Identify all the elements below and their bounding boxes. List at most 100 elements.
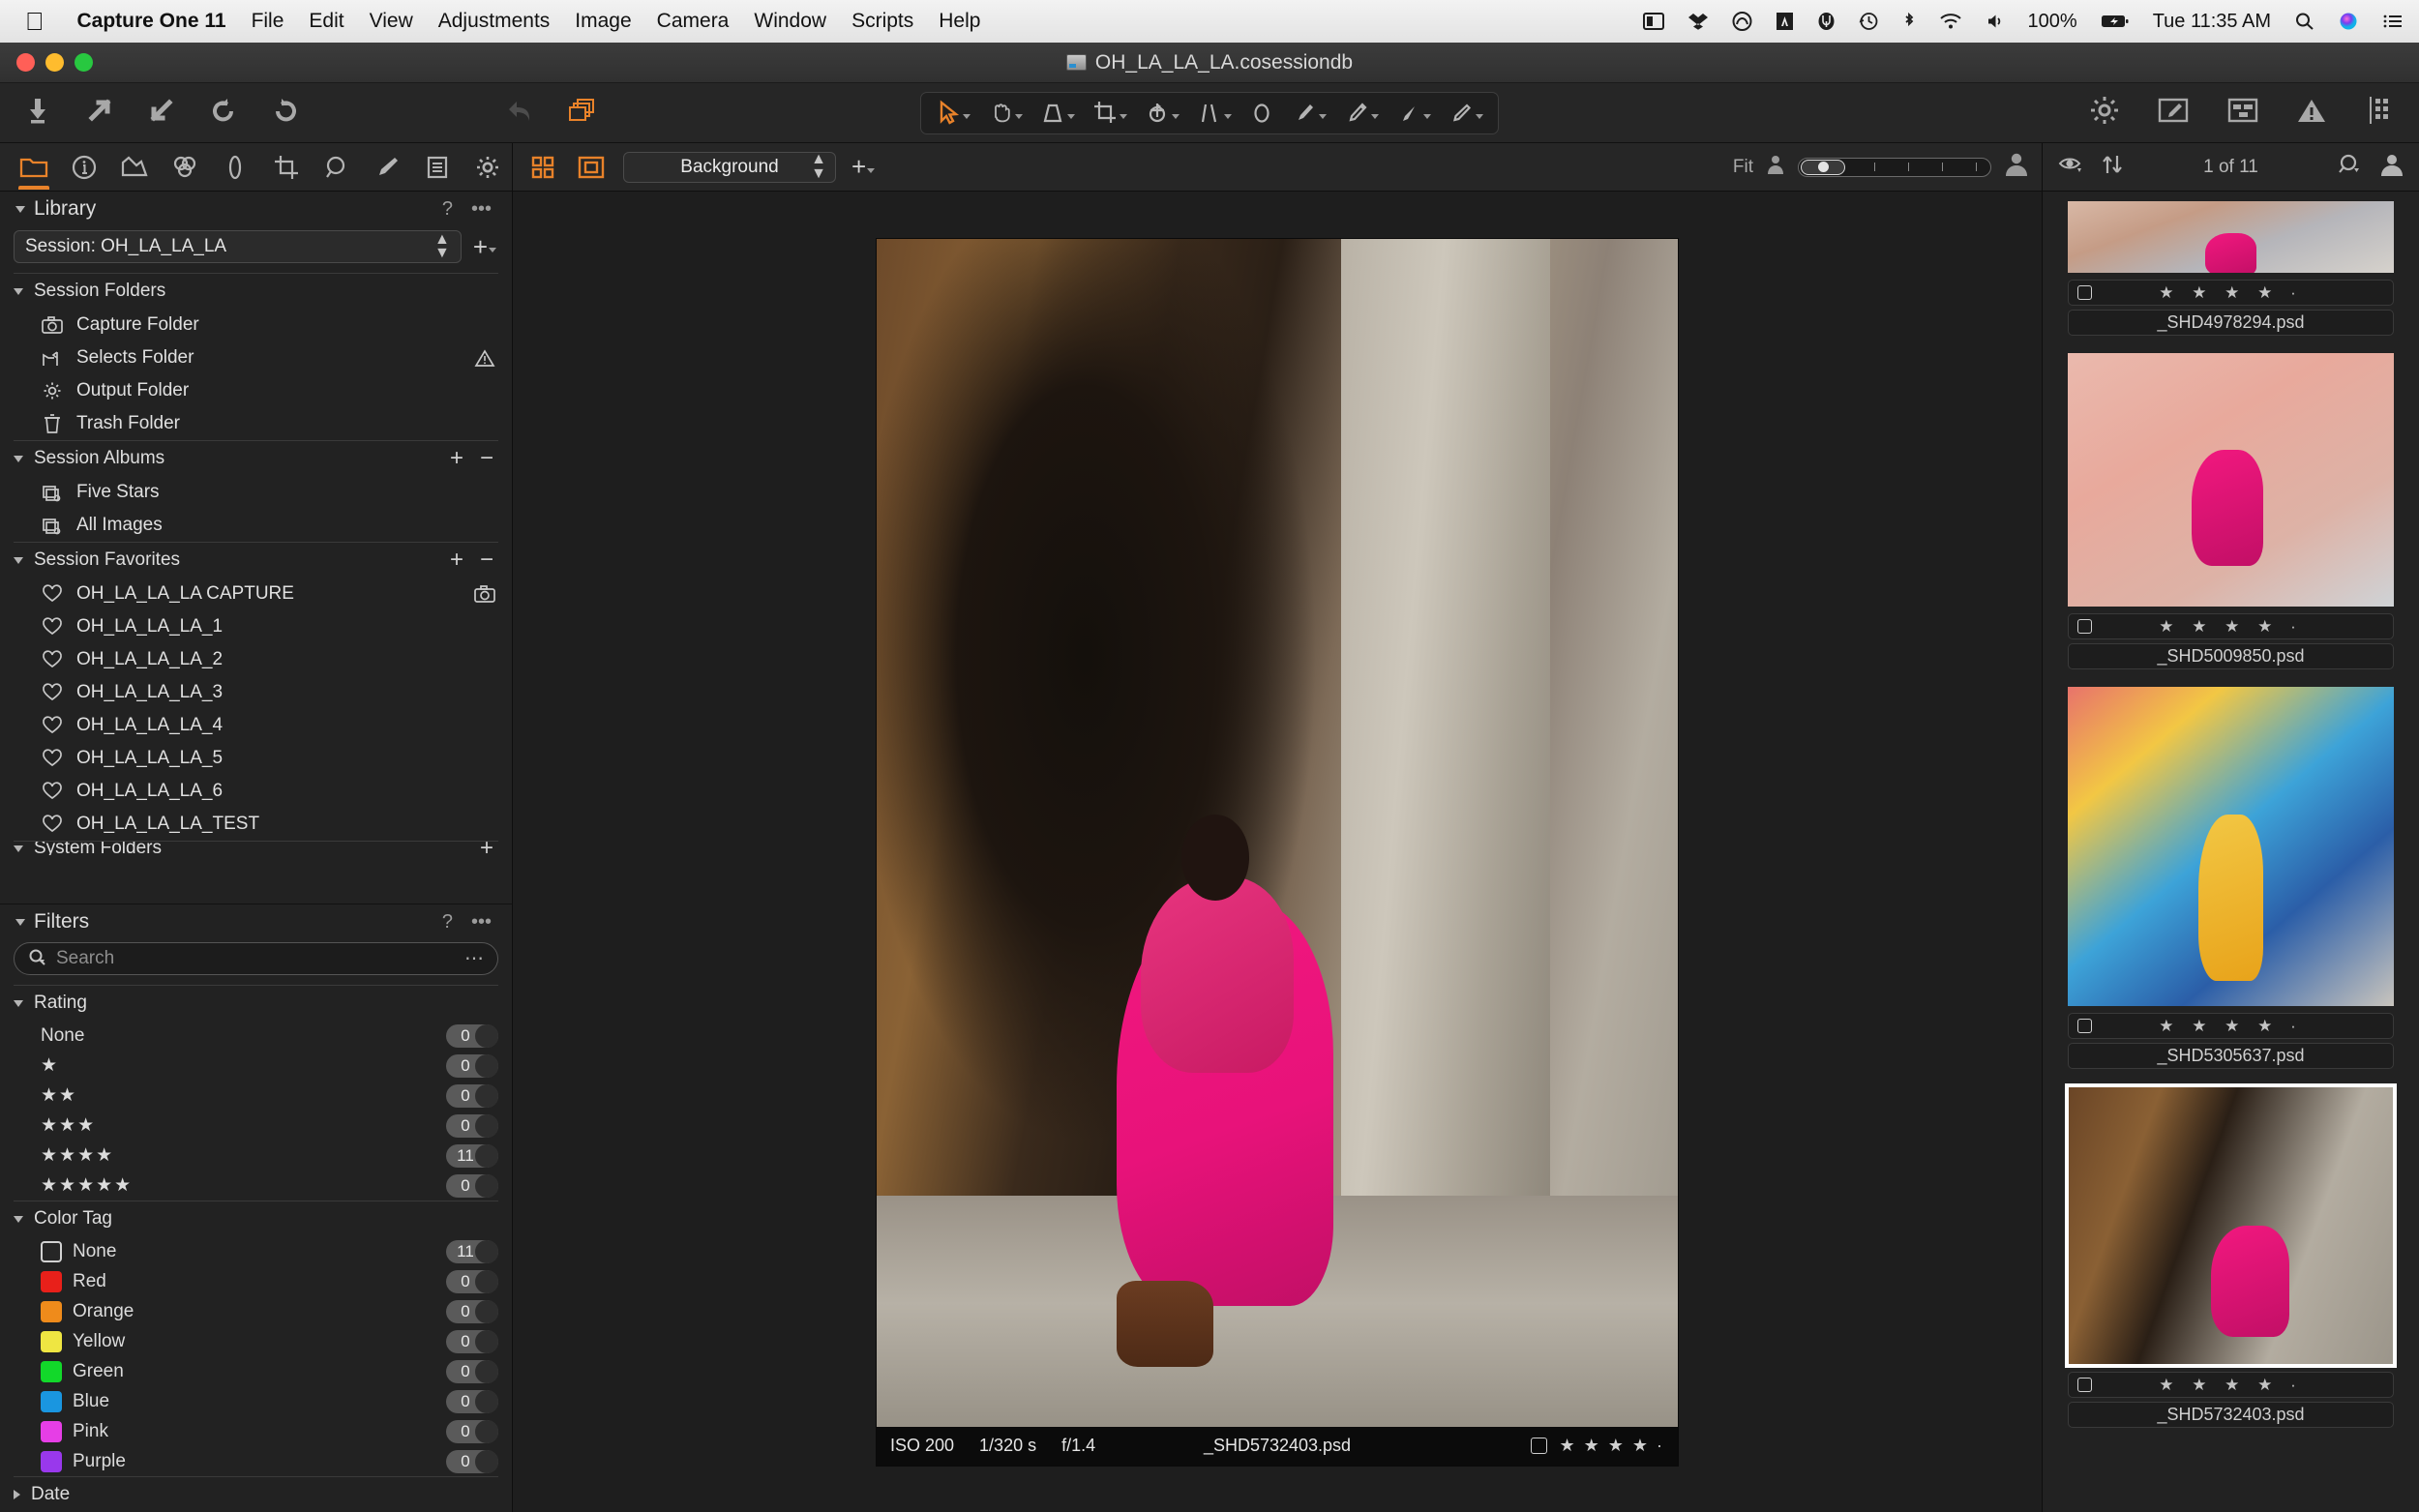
menu-adjustments[interactable]: Adjustments [438,10,551,33]
rating-filter-3[interactable]: ★★★ 0 [0,1111,512,1141]
chevron-right-icon[interactable] [14,1490,20,1499]
rating-filter-1[interactable]: ★ 0 [0,1051,512,1081]
favorite-item-6[interactable]: OH_LA_LA_LA_6 [0,775,512,808]
rotate-icon[interactable] [1136,96,1188,131]
image-rating-stars[interactable]: ★ ★ ★ ★ · [1559,1436,1664,1456]
chevron-down-icon[interactable] [15,205,25,213]
thumbnail-image[interactable] [2068,353,2394,607]
chevron-down-icon[interactable] [14,556,23,564]
session-favorites-header[interactable]: Session Favorites + − [0,543,512,578]
menu-help[interactable]: Help [939,10,980,33]
crop-icon[interactable] [1084,96,1136,131]
thumbnail-rating[interactable]: ★ ★ ★ ★ · [2069,1017,2393,1036]
search-icon[interactable] [28,948,47,970]
composition-tab[interactable] [261,145,310,190]
color-filter-purple[interactable]: Purple 0 [0,1446,512,1476]
chevron-down-icon[interactable] [15,918,25,926]
pan-hand-icon[interactable] [979,96,1031,131]
system-folders-header[interactable]: System Folders + [0,842,512,855]
siri-icon[interactable] [2338,12,2359,31]
menu-camera[interactable]: Camera [657,10,730,33]
album-item-all-images[interactable]: All Images [0,509,512,542]
list-item[interactable]: ★ ★ ★ ★ · _SHD5305637.psd [2043,677,2419,1077]
thumbnail-rating-row[interactable]: ★ ★ ★ ★ · [2068,1013,2394,1039]
folder-item-capture[interactable]: Capture Folder [0,309,512,341]
adjustments-tab[interactable] [363,145,411,190]
color-filter-yellow[interactable]: Yellow 0 [0,1326,512,1356]
gear-icon[interactable] [2088,94,2121,132]
draw-mask-brush-icon[interactable] [1283,96,1335,131]
color-tab[interactable] [161,145,209,190]
thumbnail-image[interactable] [2068,687,2394,1006]
color-filter-none[interactable]: None 11 [0,1236,512,1266]
output-tab[interactable] [463,145,512,190]
metadata-tab[interactable] [413,145,462,190]
add-system-folder-button[interactable]: + [477,842,496,855]
heal-brush-icon[interactable] [1440,96,1492,131]
color-filter-green[interactable]: Green 0 [0,1356,512,1386]
folder-item-output[interactable]: Output Folder [0,374,512,407]
stepper-icon[interactable]: ▲ ▼ [434,231,450,260]
thumbnail-rating[interactable]: ★ ★ ★ ★ · [2069,1376,2393,1395]
favorite-item-1[interactable]: OH_LA_LA_LA_1 [0,610,512,643]
favorite-item-4[interactable]: OH_LA_LA_LA_4 [0,709,512,742]
keystone-icon[interactable] [1031,96,1084,131]
thumbnail-rating-row[interactable]: ★ ★ ★ ★ · [2068,1372,2394,1398]
sort-arrows-icon[interactable] [2101,153,2124,181]
battery-charging-icon[interactable] [2101,12,2130,31]
thumbnail-list[interactable]: ★ ★ ★ ★ · _SHD4978294.psd ★ ★ ★ ★ · _SHD… [2043,192,2419,1512]
info-tab[interactable] [60,145,108,190]
eyedropper-icon[interactable] [1335,96,1388,131]
menu-file[interactable]: File [252,10,284,33]
date-filter-header[interactable]: Date [0,1477,512,1512]
thumbnail-filename[interactable]: _SHD5732403.psd [2068,1402,2394,1428]
thumbnail-filename[interactable]: _SHD5305637.psd [2068,1043,2394,1069]
time-machine-icon[interactable] [1859,12,1879,31]
select-cursor-icon[interactable] [927,96,979,131]
list-item[interactable]: ★ ★ ★ ★ · _SHD5009850.psd [2043,343,2419,677]
add-session-button[interactable]: + [473,234,496,258]
main-photo[interactable] [877,238,1678,1466]
rating-filter-2[interactable]: ★★ 0 [0,1081,512,1111]
color-filter-red[interactable]: Red 0 [0,1266,512,1296]
person-icon[interactable] [2380,153,2404,181]
details-tab[interactable] [313,145,361,190]
session-albums-header[interactable]: Session Albums + − [0,441,512,476]
zoom-slider[interactable] [1798,157,1991,177]
menu-view[interactable]: View [370,10,413,33]
exposure-tab[interactable] [211,145,259,190]
main-photo-frame[interactable]: ISO 200 1/320 s f/1.4 _SHD5732403.psd ★ … [877,238,1678,1466]
display-icon[interactable] [1642,12,1664,31]
thumbnail-image-selected[interactable] [2065,1083,2397,1368]
color-filter-orange[interactable]: Orange 0 [0,1296,512,1326]
remove-favorite-button[interactable]: − [477,548,496,572]
grid-icon[interactable] [2363,95,2396,131]
remove-album-button[interactable]: − [477,447,496,470]
thumbnail-rating-row[interactable]: ★ ★ ★ ★ · [2068,613,2394,639]
library-tab[interactable] [10,145,58,190]
search-icon[interactable] [2338,153,2363,181]
rating-filter-header[interactable]: Rating [0,986,512,1021]
library-help-button[interactable]: ? [437,198,458,221]
favorite-item-capture[interactable]: OH_LA_LA_LA CAPTURE [0,578,512,610]
color-filter-blue[interactable]: Blue 0 [0,1386,512,1416]
straighten-lines-icon[interactable] [1188,96,1240,131]
rating-filter-none[interactable]: None 0 [0,1021,512,1051]
filters-menu-button[interactable]: ••• [466,911,496,934]
dropbox-icon[interactable] [1687,12,1709,31]
add-favorite-button[interactable]: + [447,548,466,572]
spot-removal-icon[interactable] [1240,96,1283,131]
folder-item-selects[interactable]: Selects Folder [0,341,512,374]
app-icon[interactable] [1817,12,1836,31]
thumbnail-rating-row[interactable]: ★ ★ ★ ★ · [2068,280,2394,306]
chevron-down-icon[interactable] [14,845,23,852]
chevron-down-icon[interactable] [14,287,23,295]
warning-icon[interactable] [2295,96,2328,130]
single-view-icon[interactable] [575,153,608,182]
menu-edit[interactable]: Edit [309,10,343,33]
creative-cloud-icon[interactable] [1732,12,1752,31]
add-album-button[interactable]: + [447,447,466,470]
thumbnail-filename[interactable]: _SHD4978294.psd [2068,310,2394,336]
list-item[interactable]: ★ ★ ★ ★ · _SHD4978294.psd [2043,192,2419,343]
wifi-icon[interactable] [1939,12,1962,31]
